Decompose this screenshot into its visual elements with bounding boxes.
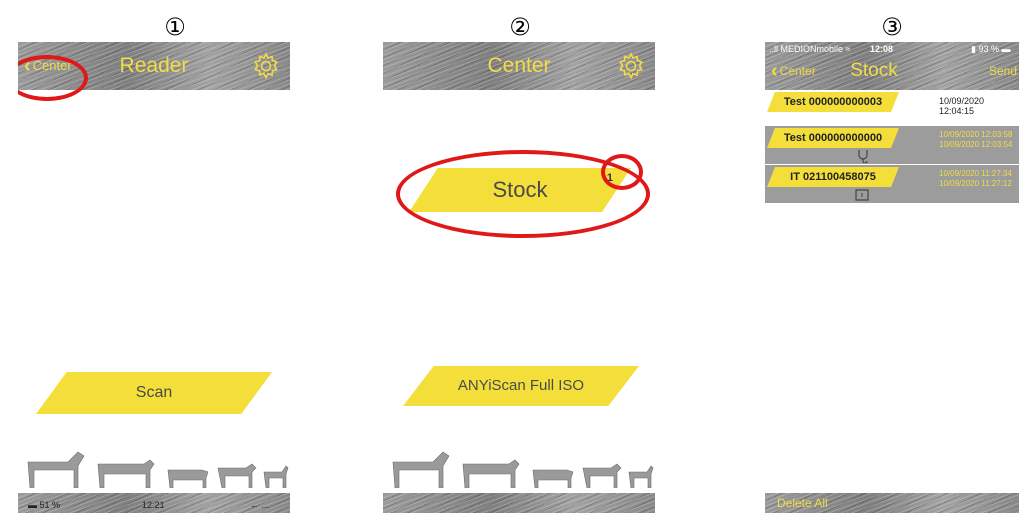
stethoscope-icon <box>858 150 868 163</box>
livestock-illustration <box>27 451 289 488</box>
clock: 12:08 <box>870 44 894 54</box>
carrier-status: ..ll MEDIONmobile ≈ <box>769 44 851 54</box>
livestock-illustration <box>392 451 654 488</box>
tablet-icon <box>855 189 869 201</box>
reader-screen: ‹ Center Reader Scan ▬ 51 % 12:21 ← ... <box>18 42 290 513</box>
animal-id: IT 021100458075 <box>790 171 876 183</box>
bottom-toolbar: Delete All <box>765 493 1019 513</box>
carrier-status: ← ... <box>250 500 270 510</box>
battery-status: ▬ 51 % <box>28 500 61 510</box>
center-screen: Center Stock 1 ANYiScan Full ISO <box>383 42 655 513</box>
anyiscan-button-label: ANYiScan Full ISO <box>457 377 585 394</box>
send-button[interactable]: Send <box>989 54 1017 88</box>
animal-id: Test 000000000003 <box>783 96 883 108</box>
gear-icon[interactable] <box>617 52 645 80</box>
stock-header: ..ll MEDIONmobile ≈ 12:08 ▮ 93 % ▬ ‹ Cent… <box>765 42 1019 90</box>
animal-id: Test 000000000000 <box>783 132 883 144</box>
scan-button-label: Scan <box>135 384 173 401</box>
step-number-3: ③ <box>881 13 903 41</box>
center-header: Center <box>383 42 655 90</box>
page-title: Stock <box>850 60 898 81</box>
anyiscan-full-iso-button[interactable]: ANYiScan Full ISO <box>403 366 639 406</box>
delete-all-button[interactable]: Delete All <box>777 493 828 513</box>
timestamp: 10/09/2020 11:27:12 <box>939 179 1012 188</box>
gear-icon[interactable] <box>252 52 280 80</box>
timestamp: 10/09/2020 11:27:34 <box>939 169 1012 178</box>
page-title: Center <box>487 54 551 77</box>
clock: 12:21 <box>142 500 165 510</box>
timestamp: 10/09/2020 12:03:54 <box>939 140 1013 149</box>
stock-screen: ..ll MEDIONmobile ≈ 12:08 ▮ 93 % ▬ ‹ Cent… <box>765 42 1019 513</box>
list-item[interactable]: IT 021100458075 10/09/2020 11:27:34 10/0… <box>765 165 1019 203</box>
step-number-2: ② <box>509 13 531 41</box>
status-bar: ▬ 51 % 12:21 ← ... <box>18 493 290 513</box>
step-number-1: ① <box>164 13 186 41</box>
list-item[interactable]: Test 000000000003 10/09/2020 12:04:15 <box>765 90 1019 116</box>
scan-button[interactable]: Scan <box>36 372 272 414</box>
list-item[interactable]: Test 000000000000 10/09/2020 12:03:58 10… <box>765 126 1019 164</box>
highlight-ring-badge <box>601 154 643 190</box>
timestamp: 10/09/2020 12:04:15 <box>939 96 985 116</box>
timestamp: 10/09/2020 12:03:58 <box>939 130 1013 139</box>
highlight-ring-back <box>18 55 88 101</box>
status-bar <box>383 493 655 513</box>
